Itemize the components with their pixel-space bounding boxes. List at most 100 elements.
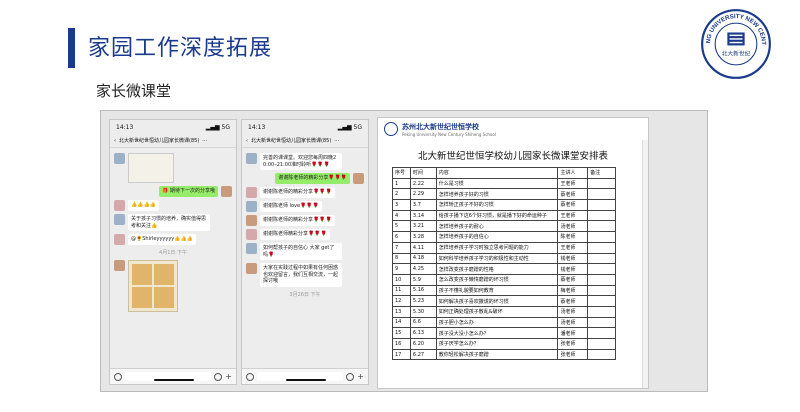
table-cell: 3.7 (409, 199, 437, 211)
shared-photo[interactable] (128, 260, 178, 312)
signal-icon: ▂▄▆ 5G (337, 123, 362, 131)
message: 👍👍👍👍 (114, 200, 232, 211)
plus-icon[interactable]: + (225, 372, 232, 381)
table-row: 1 2.22 什么是习惯 王老师 (392, 177, 616, 190)
chat-input-bar: + (242, 368, 368, 384)
voice-icon[interactable] (114, 372, 122, 381)
more-icon[interactable]: ··· (334, 138, 339, 144)
table-cell: 6.13 (409, 327, 437, 339)
avatar[interactable] (246, 153, 257, 164)
avatar[interactable] (246, 215, 257, 226)
document-scrollbar[interactable] (642, 140, 648, 388)
table-cell: 14 (392, 316, 411, 329)
avatar[interactable] (114, 153, 125, 164)
avatar[interactable] (114, 200, 125, 211)
message-list: 🎁 期待下一次的分享哦 👍👍👍👍 关于孩子习惯的培养，确实值得思考和关注👍 @🌻… (110, 148, 236, 317)
table-cell: 怎样矫正孩子不好的习惯 (435, 199, 559, 211)
logo-center-text: 北大新世纪 (722, 50, 751, 58)
avatar[interactable] (246, 229, 257, 240)
table-cell: 给孩子播下这6个好习惯，就是播下好的命运种子 (435, 209, 559, 222)
message-bubble: 🎁 期待下一次的分享哦 (159, 186, 218, 197)
more-icon[interactable]: ··· (202, 138, 207, 144)
avatar[interactable] (114, 234, 125, 245)
message: 完善的课课堂。欢迎您每周四晚20:00–21:00准时聆听🌹🌹🌹 (246, 153, 364, 170)
message-list: 完善的课课堂。欢迎您每周四晚20:00–21:00准时聆听🌹🌹🌹 谢谢陈老师的精… (242, 148, 368, 304)
table-cell: 3.28 (409, 231, 437, 243)
table-row: 13 5.30 如何正确处理孩子散乱&破坏 汤老师 (392, 305, 616, 318)
school-emblem-icon (384, 122, 398, 136)
slide-title: 家园工作深度拓展 (88, 36, 273, 61)
table-cell: 汤老师 (557, 316, 589, 329)
table-cell (587, 338, 616, 350)
column-header: 备注 (587, 167, 616, 179)
avatar[interactable] (246, 201, 257, 212)
avatar[interactable] (114, 214, 125, 225)
status-bar: 14:13 ▂▄▆ 5G (110, 120, 236, 134)
table-cell: 汤老师 (557, 220, 589, 233)
message-bubble: 谢谢陈老师的精彩分享🌹🌹🌹 (260, 215, 335, 226)
table-row: 7 4.11 怎样培养孩子学习时独立思考问题的能力 王老师 (392, 241, 616, 254)
status-bar: 14:13 ▂▄▆ 5G (242, 120, 368, 134)
emoji-icon[interactable] (346, 372, 355, 381)
table-cell: 9 (392, 263, 411, 275)
table-cell: 10 (392, 273, 411, 286)
table-cell (587, 177, 616, 190)
chat-header: ‹ 北大新世纪世恒幼儿园家长微课(85) ··· (110, 134, 236, 148)
message-bubble: 谢谢陈老师 love🌹🌹🌹 (260, 201, 322, 212)
table-cell (587, 316, 616, 329)
table-cell: 5.16 (409, 284, 437, 297)
column-header: 时间 (409, 167, 437, 179)
table-cell: 4.11 (409, 241, 437, 254)
schedule-table-body: 1 2.22 什么是习惯 王老师 2 2.29 怎样培养孩子好的习惯 蔡老师 3 3.7 怎样矫正孩… (392, 177, 616, 361)
avatar[interactable] (246, 243, 257, 254)
message: 谢谢陈老师的精彩分享🌹🌹🌹 (246, 187, 364, 198)
table-cell: 蔡老师 (557, 273, 589, 286)
table-cell: 3.21 (409, 220, 437, 233)
table-cell: 什么是习惯 (435, 177, 559, 190)
table-cell: 孩子不懂礼貌要如何教育 (435, 284, 559, 297)
avatar[interactable] (114, 260, 125, 271)
voice-icon[interactable] (246, 372, 254, 381)
table-row: 16 6.20 孩子厌学怎么办？ 张老师 (392, 338, 616, 350)
table-cell: 3.14 (409, 209, 437, 222)
table-cell (587, 263, 616, 275)
table-cell: 怎样改变孩子磨蹭的性格 (435, 263, 559, 275)
table-cell: 8 (392, 252, 411, 265)
message: 关于孩子习惯的培养，确实值得思考和关注👍 (114, 214, 232, 231)
back-arrow-icon[interactable]: ‹ (114, 138, 116, 144)
table-cell (587, 284, 616, 297)
shared-document-card[interactable] (128, 153, 174, 183)
table-cell: 5.9 (409, 273, 437, 286)
table-cell (587, 295, 616, 307)
table-cell (587, 199, 616, 211)
avatar[interactable] (246, 187, 257, 198)
message: 谢谢陈老师的精彩分享🌹🌹🌹 (246, 173, 364, 184)
message: 谢谢陈老师的精彩分享🌹🌹🌹 (246, 215, 364, 226)
chat-screenshot-2: 14:13 ▂▄▆ 5G ‹ 北大新世纪世恒幼儿园家长微课(85) ··· 完善… (241, 119, 369, 385)
table-cell: 4.25 (409, 263, 437, 275)
home-indicator (286, 379, 326, 381)
table-row: 8 4.18 如何科学培养孩子学习的积极性和主动性 钱老师 (392, 252, 616, 265)
table-cell: 如何科学培养孩子学习的积极性和主动性 (435, 252, 559, 265)
table-row: 10 5.9 怎么改变孩子懒惰磨蹭的坏习惯 蔡老师 (392, 273, 616, 286)
table-cell (587, 327, 616, 339)
plus-icon[interactable]: + (357, 372, 364, 381)
table-cell: 教你轻松解决孩子磨蹭 (435, 348, 559, 361)
content-panel: 14:13 ▂▄▆ 5G ‹ 北大新世纪世恒幼儿园家长微课(85) ··· 🎁 … (100, 110, 708, 392)
table-cell: 蔡老师 (557, 199, 589, 211)
table-cell: 3 (392, 199, 411, 211)
table-cell (587, 188, 616, 201)
avatar[interactable] (353, 173, 364, 184)
back-arrow-icon[interactable]: ‹ (246, 138, 248, 144)
slide-subtitle: 家长微课堂 (96, 82, 172, 100)
table-cell: 陈老师 (557, 231, 589, 243)
message: 谢谢陈老师精彩分享🌹🌹🌹 (246, 229, 364, 240)
table-row: 3 3.7 怎样矫正孩子不好的习惯 蔡老师 (392, 199, 616, 211)
chat-input-bar: + (110, 368, 236, 384)
avatar[interactable] (246, 263, 257, 274)
avatar[interactable] (221, 186, 232, 197)
table-cell: 2 (392, 188, 411, 201)
emoji-icon[interactable] (214, 372, 223, 381)
chat-title: 北大新世纪世恒幼儿园家长微课(85) (251, 138, 332, 144)
table-cell: 汤老师 (557, 305, 589, 318)
